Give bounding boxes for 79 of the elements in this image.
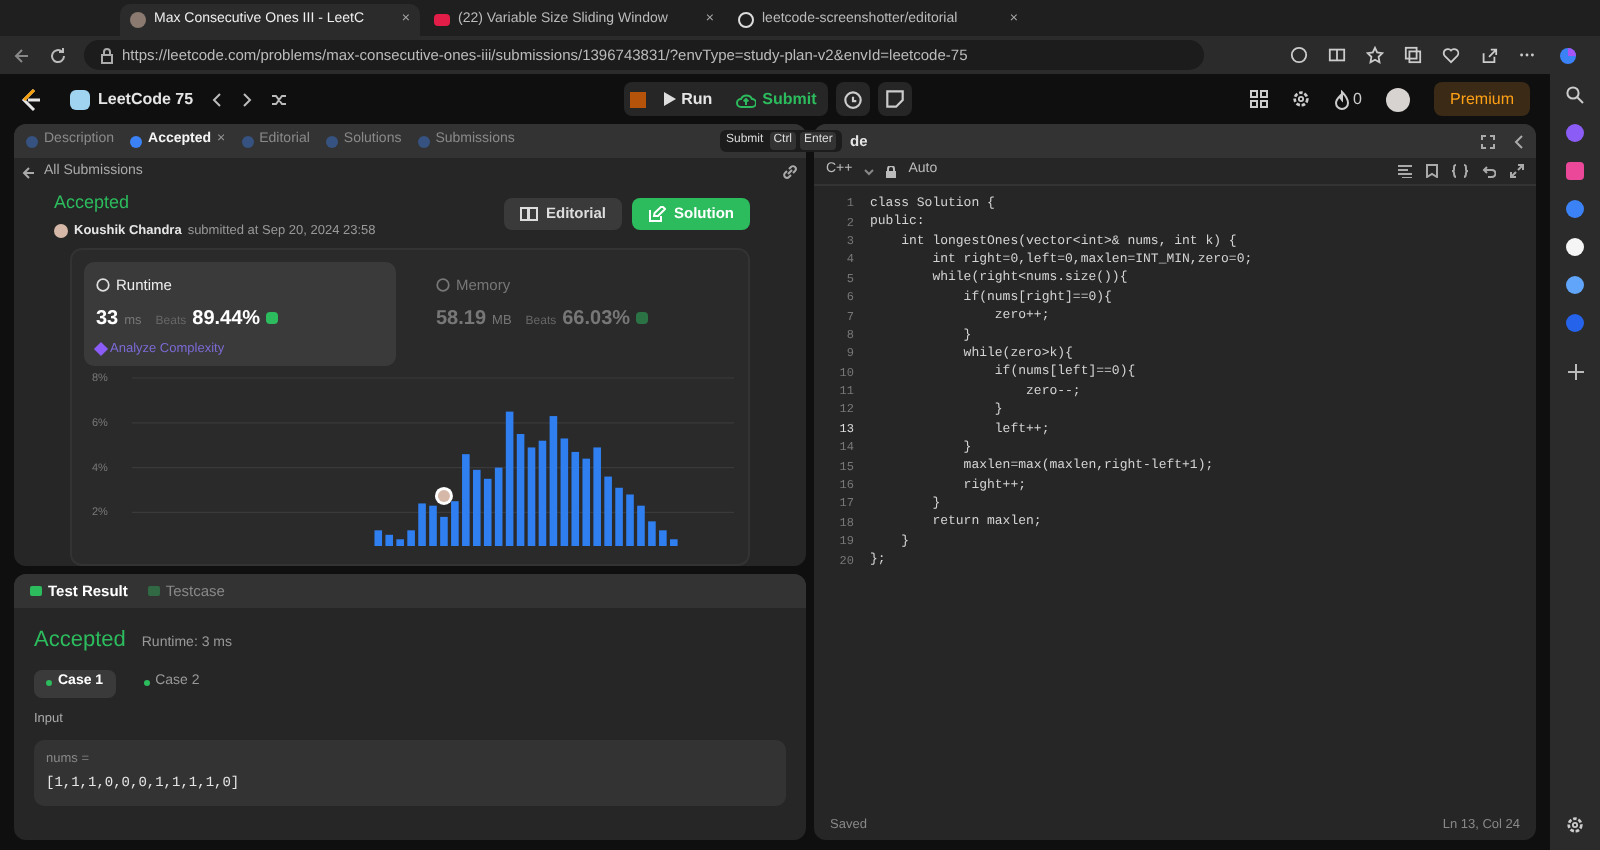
tab-favicon-icon	[130, 12, 146, 28]
badge-app-icon[interactable]	[1566, 276, 1584, 294]
chevron-icon[interactable]	[864, 167, 875, 175]
histogram-bar	[670, 539, 678, 547]
grid-icon[interactable]	[1249, 90, 1268, 108]
histogram-bar	[396, 539, 404, 547]
expand-icon[interactable]	[1510, 164, 1524, 178]
note-icon[interactable]	[878, 82, 913, 116]
logo-icon[interactable]	[20, 87, 42, 111]
split-screen-icon[interactable]	[1328, 46, 1346, 64]
tab-icon	[130, 135, 143, 147]
back-arrow-icon[interactable]	[22, 165, 36, 179]
alarm-clock-icon[interactable]	[836, 82, 871, 116]
extension-icon[interactable]	[1290, 46, 1308, 64]
run-button[interactable]: Run	[651, 82, 725, 116]
histogram-bar	[440, 517, 448, 547]
lock-icon	[886, 165, 897, 177]
histogram-bar	[637, 506, 645, 547]
beats-percent: 66.03%	[562, 305, 631, 333]
badge-icon	[636, 311, 649, 323]
badge-icon	[266, 311, 279, 323]
histogram-bar	[462, 454, 470, 547]
study-plan-title[interactable]: LeetCode 75	[98, 87, 194, 111]
submit-button[interactable]: Submit	[724, 82, 829, 116]
play-favicon-icon	[434, 14, 450, 26]
streak-count: 0	[1353, 87, 1362, 111]
collapse-icon[interactable]	[1512, 133, 1524, 149]
previous-icon[interactable]	[209, 91, 224, 107]
histogram-bar	[418, 503, 426, 547]
next-icon[interactable]	[239, 91, 254, 107]
flame-icon[interactable]	[1333, 89, 1350, 109]
avatar-marker-icon	[434, 487, 453, 506]
metric-value: 33	[96, 305, 119, 333]
circle-app-icon[interactable]	[1566, 314, 1584, 332]
submission-status: Accepted	[54, 190, 132, 216]
braces-icon[interactable]	[1452, 164, 1468, 178]
settings-icon[interactable]	[1291, 90, 1310, 108]
study-plan-icon	[70, 89, 90, 109]
tab-icon	[26, 135, 38, 147]
tab-icon	[241, 135, 254, 147]
histogram-bar	[407, 530, 415, 547]
premium-button[interactable]: Premium	[1433, 82, 1530, 116]
favorites-icon[interactable]	[1366, 46, 1384, 64]
histogram-bar	[451, 501, 459, 547]
tab-icon	[325, 135, 338, 147]
circle-favicon-icon	[738, 12, 754, 28]
app-icon[interactable]	[1566, 162, 1584, 180]
histogram-bar	[615, 488, 623, 547]
histogram-bar	[626, 495, 634, 547]
avatar-icon[interactable]	[1385, 87, 1410, 111]
author-avatar-icon	[54, 223, 68, 238]
metric-value: 58.19	[436, 305, 487, 333]
play-icon	[663, 92, 676, 106]
reload-icon[interactable]	[48, 45, 68, 65]
cloud-upload-icon	[736, 91, 757, 107]
fullscreen-icon[interactable]	[1480, 133, 1496, 149]
book-icon	[519, 206, 538, 222]
edit-icon	[648, 206, 666, 222]
search-icon[interactable]	[1566, 86, 1584, 104]
settings-icon[interactable]	[1566, 816, 1584, 834]
histogram-bar	[659, 530, 667, 547]
beats-percent: 89.44%	[192, 305, 261, 333]
share-icon[interactable]	[1480, 46, 1498, 64]
histogram-bar	[648, 521, 656, 547]
histogram-bar	[429, 506, 437, 547]
add-icon[interactable]	[1567, 364, 1583, 380]
bookmark-icon[interactable]	[1426, 164, 1438, 178]
assistant-icon[interactable]	[1556, 43, 1580, 67]
link-icon[interactable]	[782, 164, 798, 180]
undo-icon[interactable]	[1482, 164, 1496, 178]
heart-icon[interactable]	[1442, 46, 1460, 64]
tab-icon	[417, 135, 430, 147]
back-arrow-icon[interactable]	[12, 45, 32, 65]
result-status: Accepted	[34, 626, 126, 656]
collections-icon[interactable]	[1404, 46, 1422, 64]
format-icon[interactable]	[1398, 164, 1412, 178]
shuffle-icon[interactable]	[269, 91, 288, 107]
histogram-bar	[604, 477, 612, 547]
lock-icon	[100, 47, 114, 63]
